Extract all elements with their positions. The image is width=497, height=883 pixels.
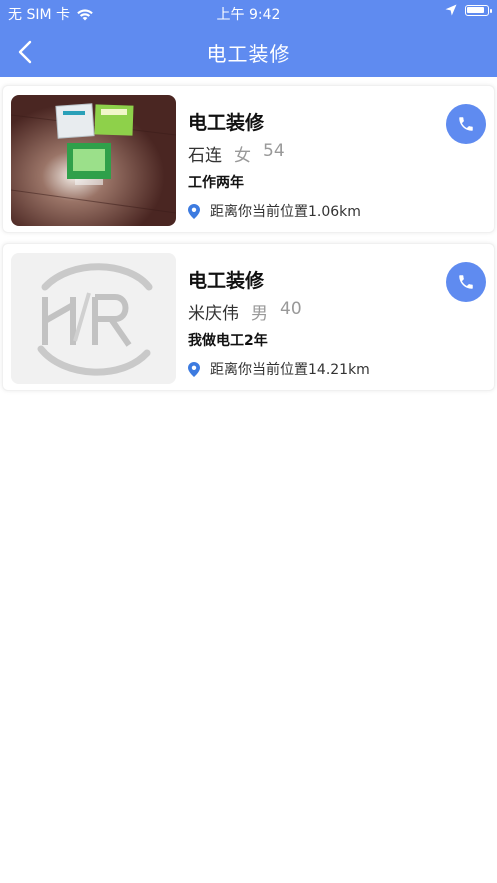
phone-icon (459, 117, 473, 131)
status-right-group (445, 4, 492, 16)
page-title: 电工装修 (206, 42, 291, 66)
person-gender: 男 (251, 304, 268, 324)
location-arrow-icon (445, 4, 457, 16)
call-button[interactable] (446, 262, 486, 302)
listing-photo[interactable] (11, 95, 176, 226)
listing-person: 米庆伟 男 40 (188, 299, 302, 324)
call-button[interactable] (446, 104, 486, 144)
person-age: 54 (263, 141, 285, 161)
person-age: 40 (280, 299, 302, 319)
status-bar: 无 SIM 卡 上午 9:42 (0, 0, 497, 26)
battery-icon (465, 4, 492, 16)
listing-card[interactable]: 电工装修 米庆伟 男 40 我做电工2年 距离你当前位置14.21km (2, 243, 495, 391)
person-name: 石连 (188, 146, 222, 166)
listing-person: 石连 女 54 (188, 141, 285, 166)
listing-title: 电工装修 (188, 112, 265, 134)
nav-bar: 电工装修 (0, 26, 497, 77)
listing-description: 我做电工2年 (188, 333, 268, 349)
distance-text: 距离你当前位置14.21km (210, 362, 370, 378)
listing-card[interactable]: 电工装修 石连 女 54 工作两年 距离你当前位置1.06km (2, 85, 495, 233)
photo-image (11, 95, 176, 226)
status-time: 上午 9:42 (216, 7, 281, 23)
phone-icon (459, 275, 473, 289)
top-bar: 无 SIM 卡 上午 9:42 电工装修 (0, 0, 497, 77)
distance-text: 距离你当前位置1.06km (210, 204, 361, 220)
placeholder-logo-image (11, 253, 176, 384)
location-pin-icon (188, 361, 200, 377)
listing-title: 电工装修 (188, 270, 265, 292)
battery-fill (467, 6, 484, 13)
listing-location: 距离你当前位置1.06km (188, 201, 361, 221)
person-name: 米庆伟 (188, 304, 239, 324)
listing-location: 距离你当前位置14.21km (188, 359, 370, 379)
listing-photo[interactable] (11, 253, 176, 384)
location-pin-icon (188, 203, 200, 219)
person-gender: 女 (234, 146, 251, 166)
listing-description: 工作两年 (188, 175, 244, 191)
